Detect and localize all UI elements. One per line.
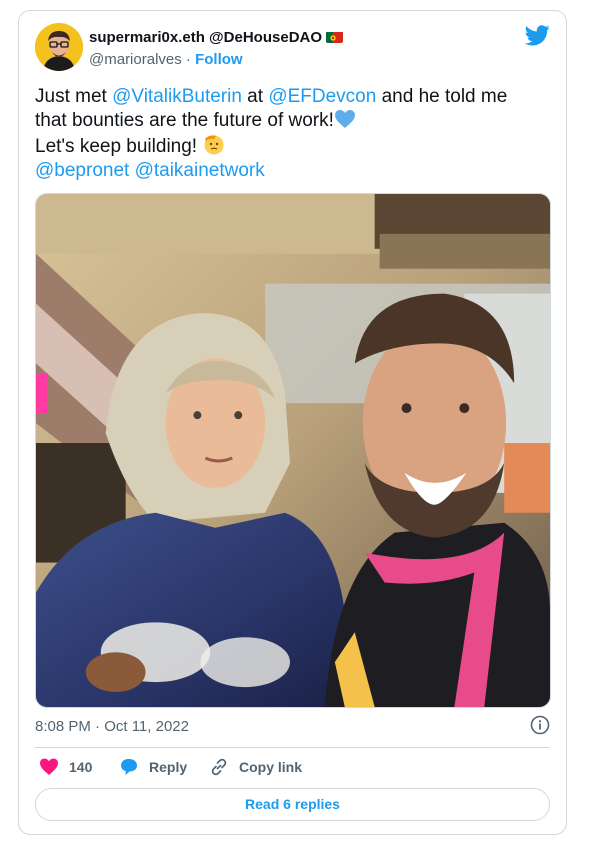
saluting-face-icon <box>204 135 224 155</box>
tweet-card: supermari0x.eth @DeHouseDAO @marioralves… <box>18 10 567 835</box>
text-segment: Let's keep building! <box>35 136 203 157</box>
author-handle[interactable]: @marioralves <box>89 51 182 68</box>
mention-taikainetwork[interactable]: @taikainetwork <box>135 160 265 181</box>
mention-efdevcon[interactable]: @EFDevcon <box>268 86 376 107</box>
author-display-name[interactable]: supermari0x.eth @DeHouseDAO <box>89 29 322 46</box>
reply-label: Reply <box>149 759 188 775</box>
tweet-photo[interactable] <box>35 193 551 708</box>
tweet-header: supermari0x.eth @DeHouseDAO @marioralves… <box>35 23 550 75</box>
mention-bepronet[interactable]: @bepronet <box>35 160 129 181</box>
follow-button[interactable]: Follow <box>195 51 243 68</box>
avatar-image <box>35 23 83 71</box>
read-replies-button[interactable]: Read 6 replies <box>35 788 550 821</box>
mention-vitalikbuterin[interactable]: @VitalikButerin <box>112 86 242 107</box>
text-segment: at <box>241 86 269 107</box>
tweet-line-4: @bepronet @taikainetwork <box>35 159 555 183</box>
twitter-bird-icon[interactable] <box>525 25 550 46</box>
author-name-line[interactable]: supermari0x.eth @DeHouseDAO <box>89 29 344 46</box>
text-segment: and he told me <box>376 86 508 107</box>
text-segment: that bounties are the future of work! <box>35 110 334 131</box>
tweet-line-1: Just met @VitalikButerin at @EFDevcon an… <box>35 85 555 109</box>
portugal-flag-icon <box>326 31 344 43</box>
tweet-line-3: Let's keep building! <box>35 133 555 159</box>
photo-image <box>36 194 550 707</box>
copy-link-button[interactable]: Copy link <box>209 757 302 777</box>
tweet-text: Just met @VitalikButerin at @EFDevcon an… <box>35 85 555 183</box>
blue-heart-icon <box>334 110 355 128</box>
reply-button[interactable]: Reply <box>119 757 187 777</box>
like-count: 140 <box>69 759 93 775</box>
reply-bubble-icon <box>121 759 137 775</box>
copy-link-label: Copy link <box>239 759 303 775</box>
author-avatar[interactable] <box>35 23 83 71</box>
separator-dot: · <box>181 51 196 68</box>
info-icon[interactable] <box>530 715 550 735</box>
heart-icon <box>40 758 58 775</box>
divider <box>35 747 550 748</box>
link-icon <box>211 758 227 776</box>
author-handle-line: @marioralves · Follow <box>89 51 243 68</box>
text-segment: Just met <box>35 86 113 107</box>
tweet-line-2: that bounties are the future of work! <box>35 109 555 133</box>
tweet-timestamp[interactable]: 8:08 PM · Oct 11, 2022 <box>35 718 189 735</box>
like-button[interactable]: 140 <box>39 757 92 777</box>
